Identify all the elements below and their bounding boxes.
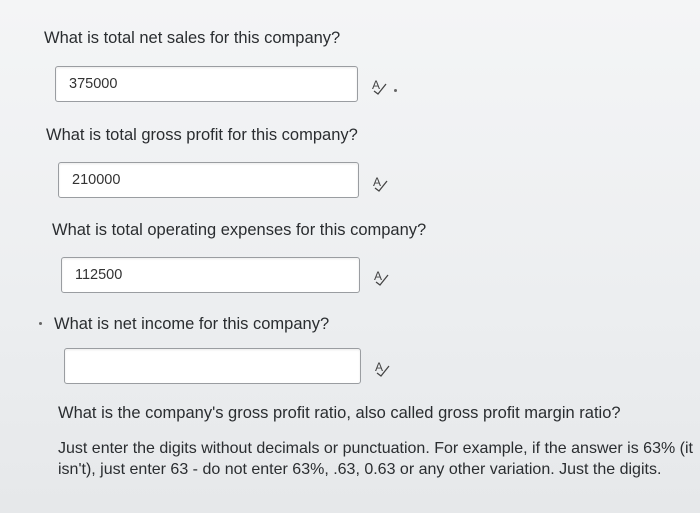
- svg-text:A: A: [374, 269, 382, 283]
- question-gross-profit: What is total gross profit for this comp…: [46, 126, 358, 144]
- question-net-income: What is net income for this company?: [54, 315, 330, 333]
- instructions-text: Just enter the digits without decimals o…: [58, 440, 693, 478]
- dot-decoration: [39, 322, 42, 325]
- svg-text:A: A: [372, 78, 380, 92]
- gross-profit-value: 210000: [72, 172, 121, 188]
- net-sales-value: 375000: [69, 76, 118, 92]
- quiz-page: What is total net sales for this company…: [0, 0, 700, 513]
- spellcheck-icon[interactable]: A: [372, 267, 392, 287]
- svg-text:A: A: [375, 360, 383, 374]
- svg-text:A: A: [373, 175, 381, 189]
- net-income-input[interactable]: [64, 348, 361, 384]
- operating-expenses-value: 112500: [75, 267, 123, 283]
- spellcheck-icon[interactable]: A: [373, 358, 393, 378]
- gross-profit-input[interactable]: 210000: [58, 162, 359, 198]
- operating-expenses-input[interactable]: 112500: [61, 257, 360, 293]
- net-sales-input[interactable]: 375000: [55, 66, 358, 102]
- dot-decoration: [394, 89, 397, 92]
- spellcheck-icon[interactable]: A: [370, 76, 390, 96]
- spellcheck-icon[interactable]: A: [371, 173, 391, 193]
- question-operating-expenses: What is total operating expenses for thi…: [52, 221, 427, 239]
- question-gross-profit-ratio: What is the company's gross profit ratio…: [58, 404, 621, 422]
- question-net-sales: What is total net sales for this company…: [44, 29, 341, 47]
